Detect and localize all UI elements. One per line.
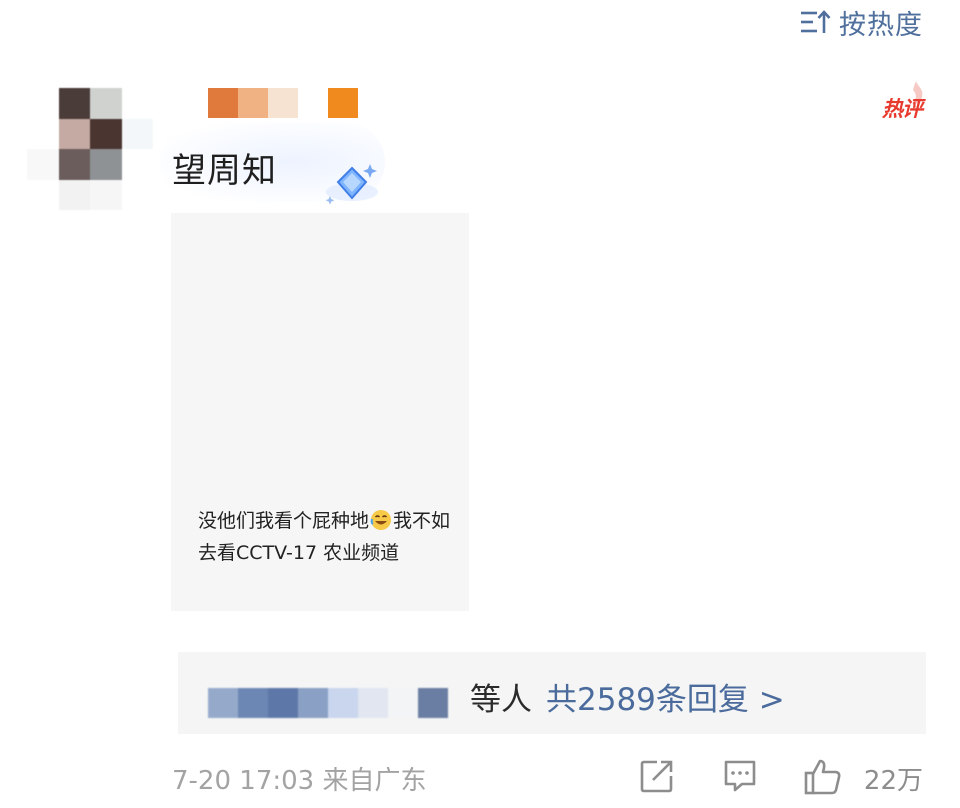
comment-text-part-1: 没他们我看个屁种地 [198, 510, 370, 532]
comment-icon [724, 760, 756, 792]
sort-label: 按热度 [839, 9, 923, 41]
laughing-rolling-face-icon [370, 510, 392, 530]
diamond-badge-icon [325, 164, 378, 205]
thumbs-up-icon [804, 759, 841, 795]
like-count: 22万 [863, 766, 923, 796]
comment-timestamp: 7-20 17:03 来自广东 [172, 766, 427, 796]
comment-card[interactable]: 没他们我看个屁种地 我不如去看CCTV-17 农业频道 [171, 213, 469, 611]
comment-text: 没他们我看个屁种地 我不如去看CCTV-17 农业频道 [198, 505, 453, 569]
replies-prefix: 等人 [470, 682, 532, 718]
like-button[interactable] [803, 758, 843, 796]
user-badges [208, 88, 358, 118]
reply-authors-blurred [208, 688, 448, 718]
replies-bar[interactable]: 等人 共2589条回复 > [178, 652, 926, 734]
share-icon [640, 760, 673, 793]
username[interactable]: 望周知 [172, 143, 277, 192]
hot-comment-badge: 热评 [882, 96, 923, 121]
sort-by-hot-button[interactable]: 按热度 [799, 2, 923, 42]
replies-summary: 等人 共2589条回复 > [470, 674, 785, 719]
comment-button[interactable] [722, 758, 758, 794]
avatar[interactable] [27, 88, 153, 210]
reply-count-link[interactable]: 共2589条回复 > [546, 682, 785, 718]
share-button[interactable] [639, 758, 675, 794]
sort-icon [801, 10, 831, 33]
